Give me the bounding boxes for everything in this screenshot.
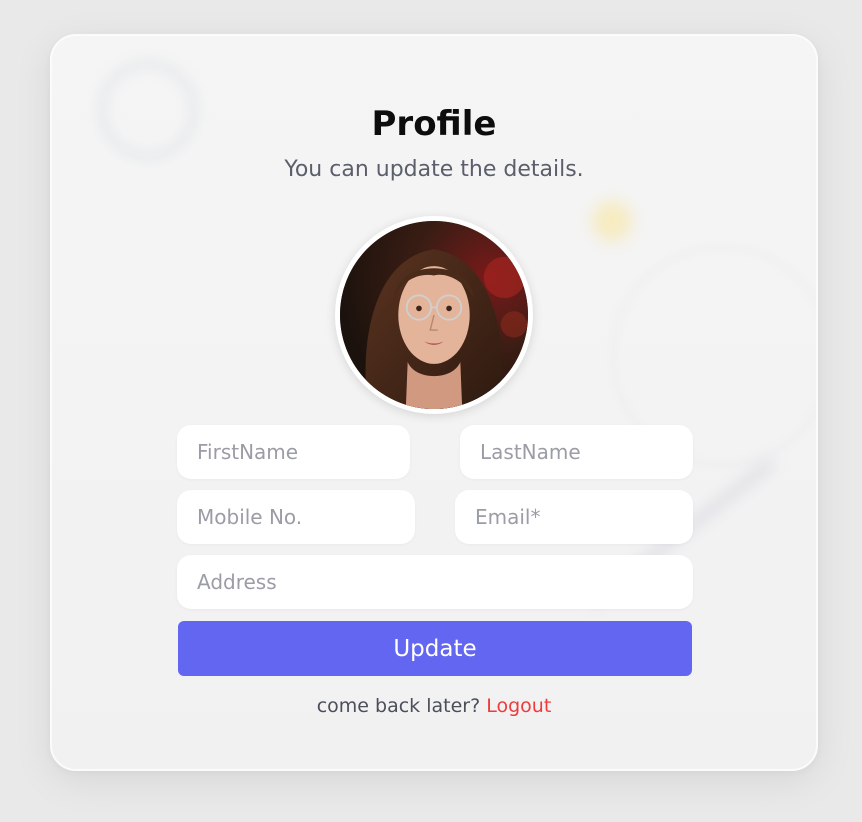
address-input[interactable] <box>177 555 693 609</box>
footer-prompt: come back later? <box>316 695 481 717</box>
page: Profile You can update the details. Firs… <box>0 0 862 822</box>
profile-card: Profile You can update the details. Firs… <box>50 34 818 771</box>
logout-link[interactable]: Logout <box>486 695 551 717</box>
first-name-input[interactable] <box>177 425 410 479</box>
email-input[interactable] <box>455 490 693 544</box>
update-button[interactable]: Update <box>178 621 692 676</box>
footer-text: come back later? Logout <box>52 695 816 717</box>
avatar[interactable] <box>335 216 533 414</box>
mobile-input[interactable] <box>177 490 415 544</box>
avatar-image <box>340 221 528 409</box>
last-name-input[interactable] <box>460 425 693 479</box>
page-subtitle: You can update the details. <box>284 157 584 182</box>
decorative-glow <box>592 201 632 241</box>
page-title: Profile <box>371 104 497 144</box>
